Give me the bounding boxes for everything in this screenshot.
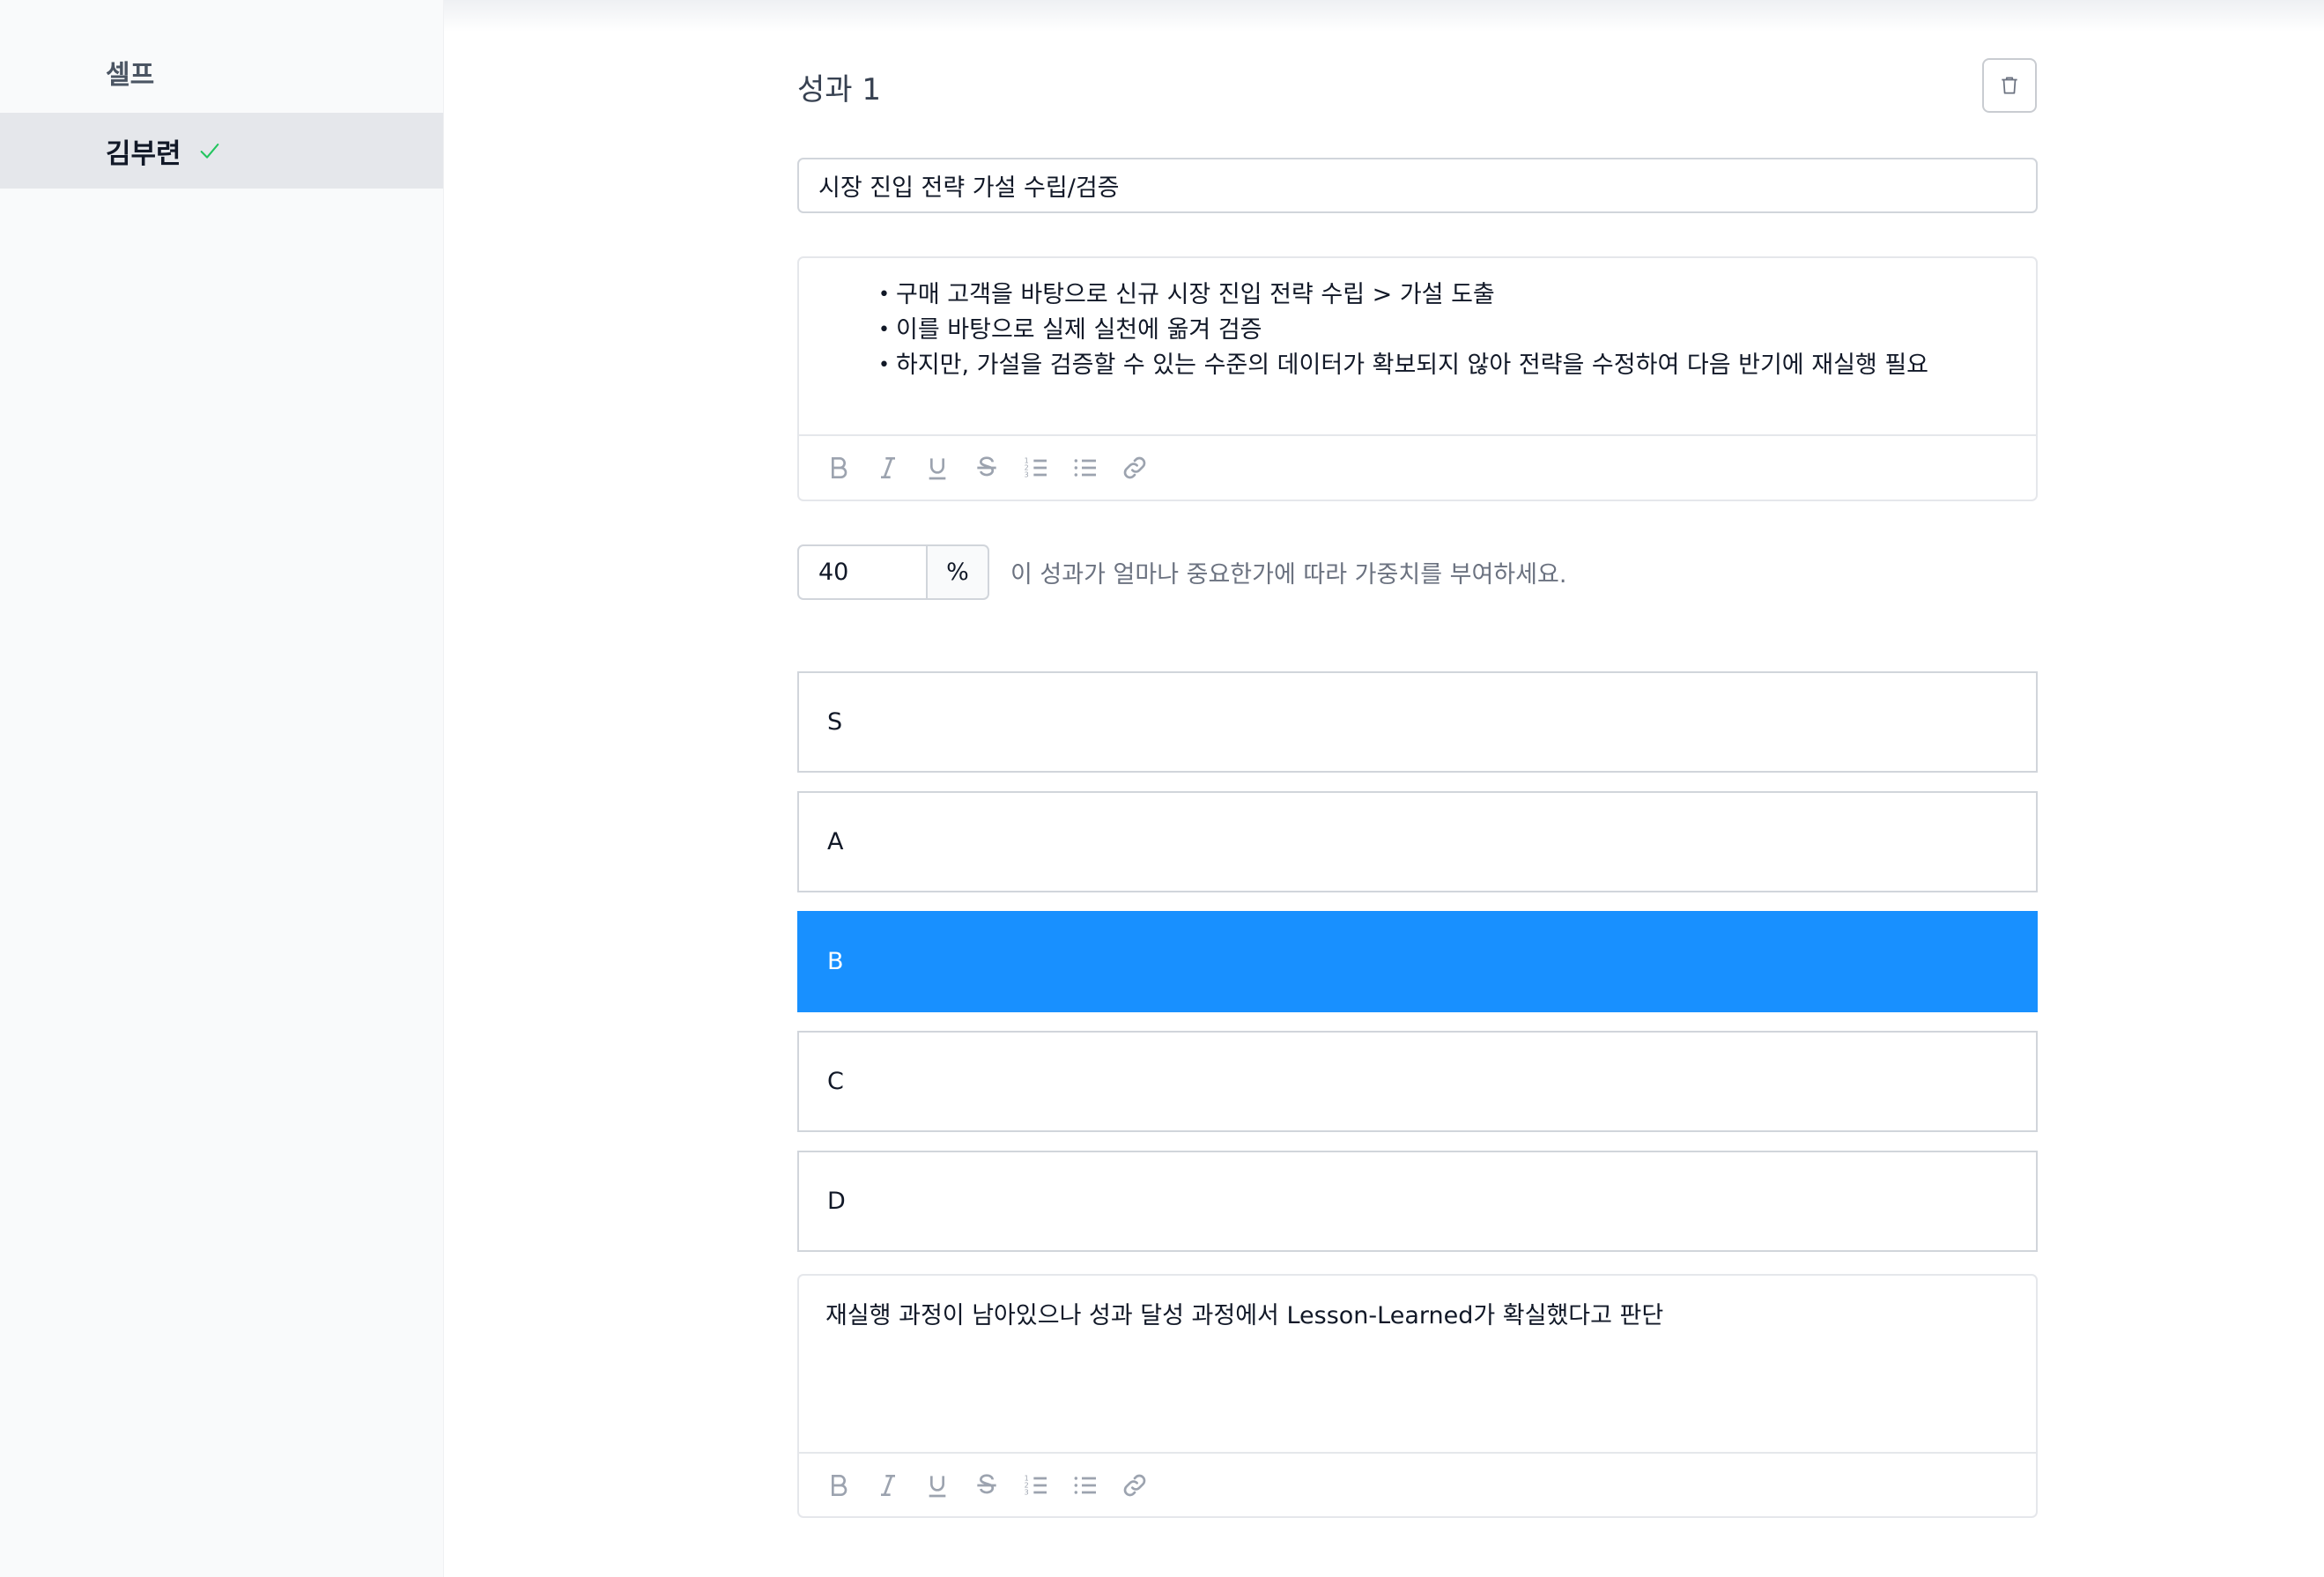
editor-toolbar: 123 <box>799 434 2036 500</box>
trash-icon <box>2002 77 2017 94</box>
weight-input[interactable] <box>797 544 928 600</box>
italic-button[interactable] <box>871 1469 905 1502</box>
strikethrough-icon <box>977 456 996 477</box>
ordered-list-icon: 123 <box>1025 457 1047 479</box>
weight-row: % 이 성과가 얼마나 중요한가에 따라 가중치를 부여하세요. <box>797 544 1566 600</box>
outcome-heading: 성과 1 <box>797 72 881 107</box>
bold-icon <box>832 1475 847 1496</box>
sidebar-section-title: 셀프 <box>106 60 155 91</box>
outcome-title-input[interactable] <box>797 158 2038 213</box>
strikethrough-button[interactable] <box>970 451 1003 485</box>
underline-icon <box>929 1476 946 1498</box>
weight-unit: % <box>928 544 989 600</box>
svg-text:3: 3 <box>1025 471 1029 479</box>
strikethrough-button[interactable] <box>970 1469 1003 1502</box>
link-button[interactable] <box>1118 1469 1151 1502</box>
description-editor[interactable]: 구매 고객을 바탕으로 신규 시장 진입 전략 수립 > 가설 도출 이를 바탕… <box>797 256 2038 501</box>
grade-option-a[interactable]: A <box>797 791 2038 892</box>
comment-editor-content[interactable]: 재실행 과정이 남아있으나 성과 달성 과정에서 Lesson-Learned가… <box>799 1276 2036 1452</box>
bold-button[interactable] <box>822 1469 855 1502</box>
description-bullet: 이를 바탕으로 실제 실천에 옮겨 검증 <box>878 313 2009 348</box>
sidebar: 셀프 김부련 <box>0 0 444 1577</box>
ordered-list-button[interactable]: 123 <box>1019 1469 1053 1502</box>
italic-icon <box>881 1475 895 1496</box>
italic-icon <box>881 457 895 478</box>
top-shadow <box>444 0 2324 32</box>
description-bullet: 하지만, 가설을 검증할 수 있는 수준의 데이터가 확보되지 않아 전략을 수… <box>878 348 2009 383</box>
checkmark-icon <box>200 143 218 159</box>
description-bullet: 구매 고객을 바탕으로 신규 시장 진입 전략 수립 > 가설 도출 <box>878 278 2009 313</box>
bullet-list-icon <box>1074 459 1096 477</box>
strikethrough-icon <box>977 1474 996 1494</box>
comment-editor[interactable]: 재실행 과정이 남아있으나 성과 달성 과정에서 Lesson-Learned가… <box>797 1274 2038 1518</box>
ordered-list-icon: 123 <box>1025 1475 1047 1497</box>
bold-button[interactable] <box>822 451 855 485</box>
svg-text:3: 3 <box>1025 1489 1029 1497</box>
link-icon <box>1123 1474 1146 1497</box>
grade-option-c[interactable]: C <box>797 1031 2038 1132</box>
link-button[interactable] <box>1118 451 1151 485</box>
link-icon <box>1123 456 1146 479</box>
weight-help-text: 이 성과가 얼마나 중요한가에 따라 가중치를 부여하세요. <box>1010 561 1567 589</box>
underline-button[interactable] <box>921 1469 954 1502</box>
delete-outcome-button[interactable] <box>1982 58 2037 113</box>
italic-button[interactable] <box>871 451 905 485</box>
description-editor-content[interactable]: 구매 고객을 바탕으로 신규 시장 진입 전략 수립 > 가설 도출 이를 바탕… <box>799 258 2036 434</box>
grade-option-s[interactable]: S <box>797 671 2038 773</box>
description-list: 구매 고객을 바탕으로 신규 시장 진입 전략 수립 > 가설 도출 이를 바탕… <box>878 278 2009 383</box>
underline-icon <box>929 458 946 480</box>
bold-icon <box>832 457 847 478</box>
grade-option-d[interactable]: D <box>797 1151 2038 1252</box>
sidebar-item-label: 김부련 <box>106 137 181 170</box>
bullet-list-button[interactable] <box>1069 451 1102 485</box>
sidebar-item-reviewee[interactable]: 김부련 <box>0 113 443 189</box>
editor-toolbar: 123 <box>799 1452 2036 1517</box>
bullet-list-icon <box>1074 1477 1096 1494</box>
bullet-list-button[interactable] <box>1069 1469 1102 1502</box>
ordered-list-button[interactable]: 123 <box>1019 451 1053 485</box>
grade-option-b[interactable]: B <box>797 911 2038 1012</box>
underline-button[interactable] <box>921 451 954 485</box>
